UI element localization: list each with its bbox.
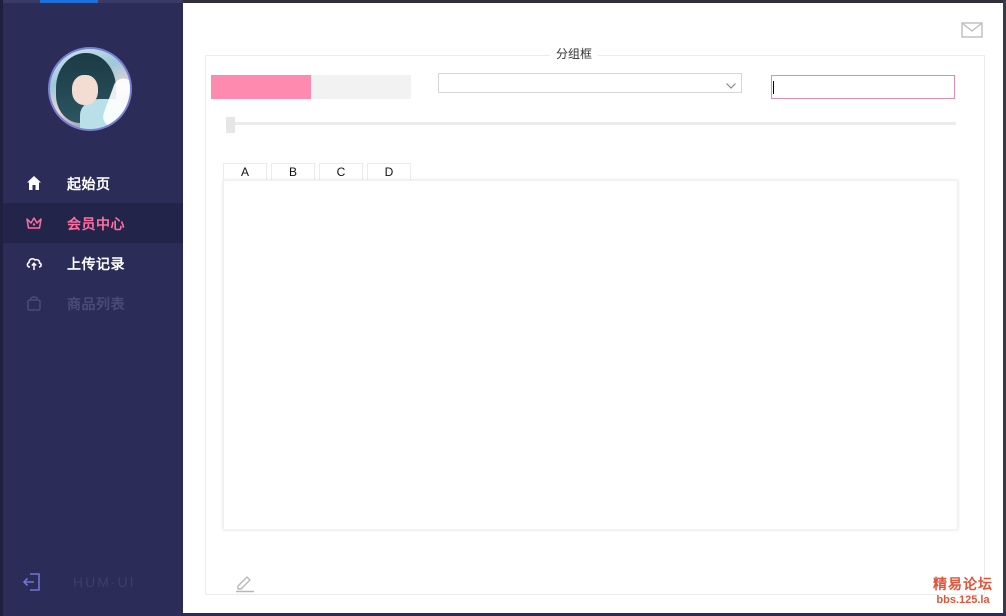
watermark-line2: bbs.125.la xyxy=(936,594,990,606)
progress-bar-fill xyxy=(211,75,311,99)
home-icon xyxy=(25,174,43,192)
cloud-upload-icon xyxy=(25,254,43,272)
sidebar-item-member-center[interactable]: 会员中心 xyxy=(3,203,183,243)
tab-a[interactable]: A xyxy=(223,163,267,181)
chevron-down-icon xyxy=(725,77,737,89)
brand-label: HUM·UI xyxy=(73,574,136,590)
tab-bar: A B C D xyxy=(223,163,415,181)
shopping-bag-icon xyxy=(25,294,43,312)
tab-c[interactable]: C xyxy=(319,163,363,181)
slider-track[interactable] xyxy=(226,122,956,125)
watermark-line1: 精易论坛 xyxy=(933,577,993,593)
combo-box[interactable] xyxy=(438,73,742,93)
crown-icon xyxy=(25,214,43,232)
sidebar-nav: 起始页 会员中心 上传记录 商品列表 xyxy=(3,163,183,323)
text-input[interactable] xyxy=(771,75,955,99)
edit-icon[interactable] xyxy=(234,571,256,593)
mail-icon[interactable] xyxy=(961,22,983,38)
main-content: 分组框 A B C D 精易论坛 bbs.125.la xyxy=(183,3,1003,613)
sidebar-item-label: 商品列表 xyxy=(67,297,125,313)
sidebar-item-label: 会员中心 xyxy=(67,217,125,233)
avatar[interactable] xyxy=(48,47,132,131)
groupbox-title: 分组框 xyxy=(550,45,599,62)
tab-panel xyxy=(223,180,958,530)
sidebar-item-product-list[interactable]: 商品列表 xyxy=(3,283,183,323)
tab-b[interactable]: B xyxy=(271,163,315,181)
sidebar-item-label: 起始页 xyxy=(67,177,111,193)
text-cursor xyxy=(773,81,774,94)
slider-thumb[interactable] xyxy=(226,117,235,133)
sidebar: 起始页 会员中心 上传记录 商品列表 HUM·UI xyxy=(3,3,183,613)
sidebar-item-upload-records[interactable]: 上传记录 xyxy=(3,243,183,283)
tab-d[interactable]: D xyxy=(367,163,411,181)
watermark-logo: 精易论坛 bbs.125.la xyxy=(933,574,993,606)
logout-icon[interactable] xyxy=(21,571,43,593)
sidebar-item-home[interactable]: 起始页 xyxy=(3,163,183,203)
progress-bar xyxy=(211,75,411,99)
sidebar-item-label: 上传记录 xyxy=(67,257,125,273)
